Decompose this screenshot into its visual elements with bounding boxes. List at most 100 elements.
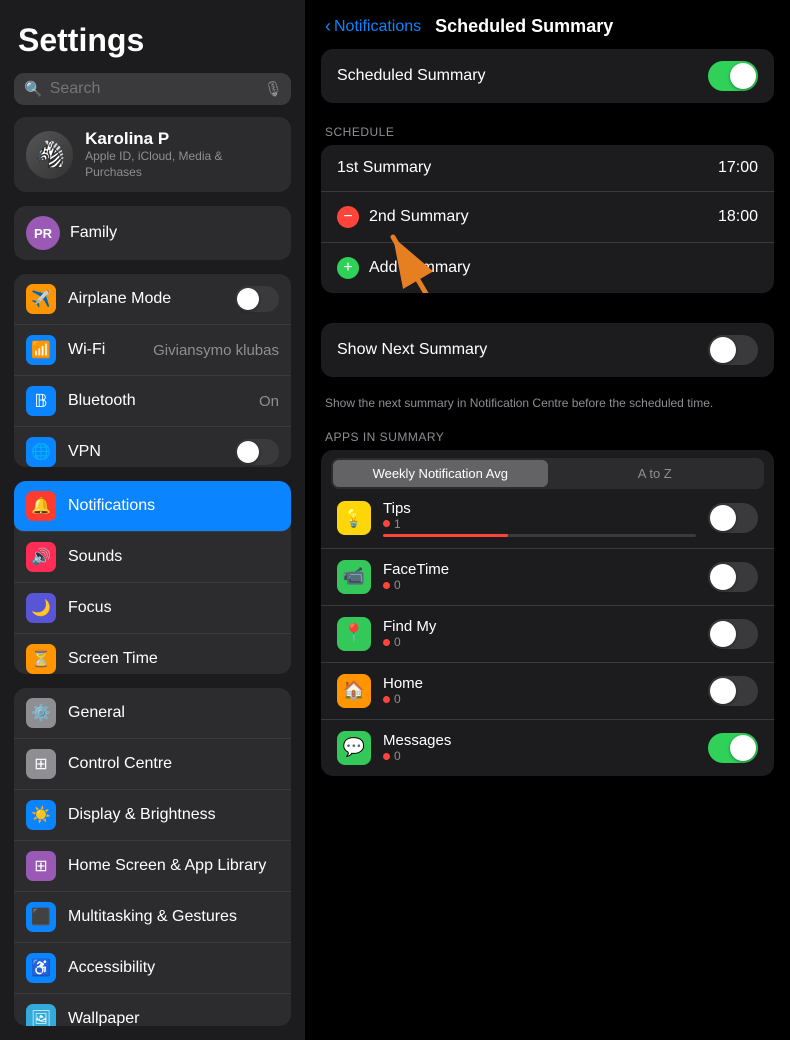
scheduled-summary-row[interactable]: Scheduled Summary [321, 49, 774, 103]
summary-2-label: 2nd Summary [369, 208, 718, 226]
findmy-toggle[interactable] [708, 619, 758, 649]
scheduled-summary-card: Scheduled Summary [321, 49, 774, 103]
summary-row-1[interactable]: 1st Summary 17:00 [321, 145, 774, 192]
nav-back-button[interactable]: ‹ Notifications [325, 16, 421, 37]
settings-group-connectivity: ✈️ Airplane Mode 📶 Wi-Fi Giviansymo klub… [14, 274, 291, 467]
avatar: 🦓 [26, 131, 73, 179]
sounds-label: Sounds [68, 548, 279, 566]
settings-group-system: 🔔 Notifications 🔊 Sounds 🌙 Focus ⏳ Scree… [14, 481, 291, 674]
facetime-toggle[interactable] [708, 562, 758, 592]
home-icon: 🏠 [337, 674, 371, 708]
wifi-label: Wi-Fi [68, 341, 141, 359]
home-dot [383, 696, 390, 703]
add-summary-row[interactable]: + Add Summary [321, 243, 774, 293]
general-label: General [68, 704, 279, 722]
findmy-dot [383, 639, 390, 646]
sidebar-item-display[interactable]: ☀️ Display & Brightness [14, 790, 291, 841]
control-centre-icon: ⊞ [26, 749, 56, 779]
sidebar-item-wifi[interactable]: 📶 Wi-Fi Giviansymo klubas [14, 325, 291, 376]
back-label: Notifications [334, 18, 421, 36]
account-name: Karolina P [85, 129, 279, 149]
tips-count: 1 [383, 517, 696, 531]
family-avatar: PR [26, 216, 60, 250]
content-area: Scheduled Summary SCHEDULE 1st Summary 1… [305, 49, 790, 1040]
wallpaper-icon: 🖼 [26, 1004, 56, 1026]
right-panel: ‹ Notifications Scheduled Summary Schedu… [305, 0, 790, 1040]
wifi-icon: 📶 [26, 335, 56, 365]
general-icon: ⚙️ [26, 698, 56, 728]
search-icon: 🔍 [24, 80, 43, 98]
findmy-name: Find My [383, 618, 696, 635]
wallpaper-label: Wallpaper [68, 1010, 279, 1026]
vpn-toggle[interactable] [235, 439, 279, 465]
page-title: Scheduled Summary [435, 16, 613, 37]
family-row[interactable]: PR Family [14, 206, 291, 260]
schedule-card: 1st Summary 17:00 − 2nd Summary 18:00 + … [321, 145, 774, 293]
sidebar-item-homescreen[interactable]: ⊞ Home Screen & App Library [14, 841, 291, 892]
sidebar-item-notifications[interactable]: 🔔 Notifications [14, 481, 291, 532]
account-row[interactable]: 🦓 Karolina P Apple ID, iCloud, Media & P… [14, 117, 291, 192]
airplane-label: Airplane Mode [68, 290, 223, 308]
airplane-toggle[interactable] [235, 286, 279, 312]
notifications-icon: 🔔 [26, 491, 56, 521]
sidebar-item-control-centre[interactable]: ⊞ Control Centre [14, 739, 291, 790]
screentime-label: Screen Time [68, 650, 279, 668]
apps-section-label: APPS IN SUMMARY [321, 422, 774, 450]
focus-icon: 🌙 [26, 593, 56, 623]
show-next-row[interactable]: Show Next Summary [321, 323, 774, 377]
show-next-toggle[interactable] [708, 335, 758, 365]
findmy-icon: 📍 [337, 617, 371, 651]
remove-summary-2-button[interactable]: − [337, 206, 359, 228]
messages-dot [383, 753, 390, 760]
family-label: Family [70, 224, 117, 242]
sidebar-item-sounds[interactable]: 🔊 Sounds [14, 532, 291, 583]
wifi-value: Giviansymo klubas [153, 342, 279, 359]
screentime-icon: ⏳ [26, 644, 56, 674]
sidebar-item-screentime[interactable]: ⏳ Screen Time [14, 634, 291, 674]
messages-icon: 💬 [337, 731, 371, 765]
accessibility-icon: ♿ [26, 953, 56, 983]
home-toggle[interactable] [708, 676, 758, 706]
sidebar-item-focus[interactable]: 🌙 Focus [14, 583, 291, 634]
bluetooth-label: Bluetooth [68, 392, 247, 410]
scheduled-summary-toggle[interactable] [708, 61, 758, 91]
nav-header: ‹ Notifications Scheduled Summary [305, 0, 790, 49]
accessibility-label: Accessibility [68, 959, 279, 977]
sidebar-item-multitasking[interactable]: ⬛ Multitasking & Gestures [14, 892, 291, 943]
facetime-count: 0 [383, 578, 696, 592]
add-summary-button[interactable]: + [337, 257, 359, 279]
summary-row-2[interactable]: − 2nd Summary 18:00 [321, 192, 774, 243]
facetime-icon: 📹 [337, 560, 371, 594]
app-row-home[interactable]: 🏠 Home 0 [321, 663, 774, 720]
home-count: 0 [383, 692, 696, 706]
apps-card: Weekly Notification Avg A to Z 💡 Tips 1 [321, 450, 774, 776]
homescreen-icon: ⊞ [26, 851, 56, 881]
app-row-findmy[interactable]: 📍 Find My 0 [321, 606, 774, 663]
sidebar-item-vpn[interactable]: 🌐 VPN [14, 427, 291, 467]
sort-tab-weekly[interactable]: Weekly Notification Avg [333, 460, 548, 487]
app-row-tips[interactable]: 💡 Tips 1 [321, 489, 774, 549]
sidebar-item-general[interactable]: ⚙️ General [14, 688, 291, 739]
tips-toggle[interactable] [708, 503, 758, 533]
sidebar-item-accessibility[interactable]: ♿ Accessibility [14, 943, 291, 994]
sounds-icon: 🔊 [26, 542, 56, 572]
sidebar-item-wallpaper[interactable]: 🖼 Wallpaper [14, 994, 291, 1026]
sidebar-item-airplane[interactable]: ✈️ Airplane Mode [14, 274, 291, 325]
scheduled-summary-label: Scheduled Summary [337, 67, 708, 85]
search-bar[interactable]: 🔍 🎙 [14, 73, 291, 105]
focus-label: Focus [68, 599, 279, 617]
schedule-section-label: SCHEDULE [321, 117, 774, 145]
search-input[interactable] [50, 80, 257, 98]
app-row-messages[interactable]: 💬 Messages 0 [321, 720, 774, 776]
facetime-name: FaceTime [383, 561, 696, 578]
sort-tabs: Weekly Notification Avg A to Z [331, 458, 764, 489]
summary-1-label: 1st Summary [337, 159, 718, 177]
findmy-count: 0 [383, 635, 696, 649]
sort-tab-atoz[interactable]: A to Z [548, 460, 763, 487]
settings-title: Settings [0, 0, 305, 69]
tips-icon: 💡 [337, 501, 371, 535]
show-next-label: Show Next Summary [337, 341, 708, 359]
app-row-facetime[interactable]: 📹 FaceTime 0 [321, 549, 774, 606]
messages-toggle[interactable] [708, 733, 758, 763]
sidebar-item-bluetooth[interactable]: 𝔹 Bluetooth On [14, 376, 291, 427]
